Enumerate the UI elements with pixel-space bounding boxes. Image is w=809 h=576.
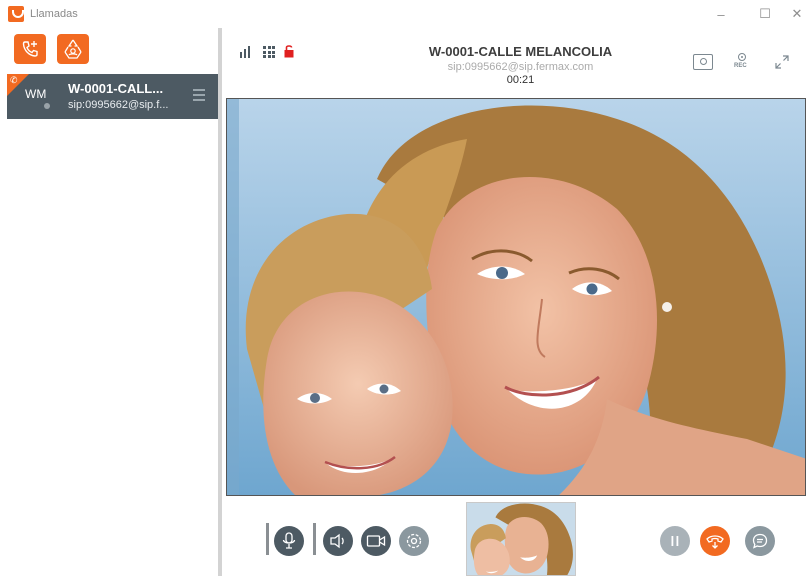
pause-icon [671,536,679,546]
window-title: Llamadas [30,8,78,20]
app-logo-icon [8,6,24,22]
control-separator [313,523,316,555]
microphone-icon [282,532,296,549]
close-button[interactable]: ✕ [782,0,809,28]
settings-icon [406,533,422,549]
phone-icon: ✆ [10,75,18,85]
title-bar: Llamadas – ☐ ✕ [0,0,809,28]
maximize-button[interactable]: ☐ [750,0,780,28]
call-sip-address: sip:0995662@sip.fermax.com [447,61,594,73]
app-window: Llamadas – ☐ ✕ ✆ WM W-0001-CALL... sip:0… [0,0,809,576]
conference-recycle-icon [64,39,82,59]
video-feed [226,98,806,496]
speaker-icon [330,533,344,549]
hangup-button[interactable] [700,526,730,556]
chat-button[interactable] [745,526,775,556]
call-panel: W-0001-CALLE MELANCOLIA sip:0995662@sip.… [222,28,809,576]
fullscreen-icon[interactable] [774,54,790,70]
call-item-name: W-0001-CALL... [68,81,164,96]
hamburger-menu-icon[interactable] [193,89,205,101]
call-title: W-0001-CALLE MELANCOLIA [428,44,613,59]
calls-sidebar: ✆ WM W-0001-CALL... sip:0995662@sip.f... [0,28,218,576]
self-view-preview[interactable] [466,502,576,576]
hold-button[interactable] [660,526,690,556]
screenshot-icon[interactable] [693,54,713,70]
presence-dot [44,103,50,109]
control-separator [266,523,269,555]
record-label: REC [734,63,747,69]
call-item-sip: sip:0995662@sip.f... [68,99,169,111]
camera-button[interactable] [361,526,391,556]
settings-button[interactable] [399,526,429,556]
chat-icon [752,533,768,549]
hangup-icon [706,535,724,549]
call-list-item[interactable]: ✆ WM W-0001-CALL... sip:0995662@sip.f... [7,74,218,119]
record-icon [738,53,746,61]
self-view-image [467,503,575,575]
video-image [227,99,805,495]
new-call-button[interactable] [14,34,46,64]
speaker-button[interactable] [323,526,353,556]
camera-icon [366,535,386,547]
minimize-button[interactable]: – [706,0,736,28]
phone-plus-icon [22,41,38,57]
call-controls-bar [222,498,809,576]
call-timer: 00:21 [506,74,535,86]
microphone-button[interactable] [274,526,304,556]
record-button[interactable]: REC [734,53,750,73]
conference-button[interactable] [57,34,89,64]
avatar: WM [25,87,47,101]
